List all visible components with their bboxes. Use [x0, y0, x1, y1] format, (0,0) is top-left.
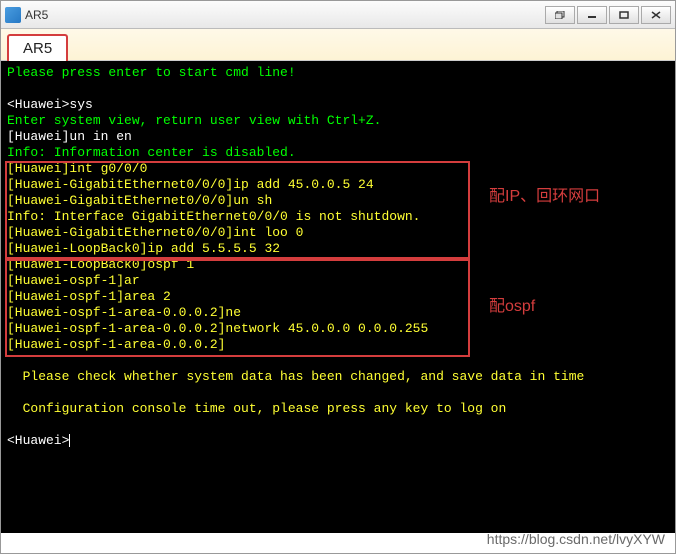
terminal-line — [7, 385, 669, 401]
close-button[interactable] — [641, 6, 671, 24]
terminal-line: [Huawei-GigabitEthernet0/0/0]int loo 0 — [7, 225, 669, 241]
terminal-line: [Huawei-LoopBack0]ip add 5.5.5.5 32 — [7, 241, 669, 257]
annotation-label-ospf: 配ospf — [489, 299, 535, 315]
terminal-line: [Huawei-ospf-1]ar — [7, 273, 669, 289]
window-controls — [543, 6, 671, 24]
terminal-line: Info: Information center is disabled. — [7, 145, 669, 161]
terminal-line: Please check whether system data has bee… — [7, 369, 669, 385]
terminal-line: [Huawei-ospf-1-area-0.0.0.2] — [7, 337, 669, 353]
terminal-line: [Huawei-ospf-1]area 2 — [7, 289, 669, 305]
window-titlebar: AR5 — [1, 1, 675, 29]
terminal-line — [7, 417, 669, 433]
tab-bar: AR5 — [1, 29, 675, 61]
terminal-line: [Huawei]int g0/0/0 — [7, 161, 669, 177]
tab-ar5[interactable]: AR5 — [7, 34, 68, 61]
annotation-label-ip: 配IP、回环网口 — [489, 189, 600, 205]
terminal-line: Enter system view, return user view with… — [7, 113, 669, 129]
terminal-line: <Huawei> — [7, 433, 669, 449]
maximize-button[interactable] — [609, 6, 639, 24]
terminal-line — [7, 353, 669, 369]
terminal-line: Please press enter to start cmd line! — [7, 65, 669, 81]
terminal-line: [Huawei]un in en — [7, 129, 669, 145]
terminal-line: [Huawei-ospf-1-area-0.0.0.2]ne — [7, 305, 669, 321]
app-icon — [5, 7, 21, 23]
terminal-line: Info: Interface GigabitEthernet0/0/0 is … — [7, 209, 669, 225]
minimize-button[interactable] — [577, 6, 607, 24]
window-title: AR5 — [25, 8, 543, 22]
terminal-line: [Huawei-LoopBack0]ospf 1 — [7, 257, 669, 273]
watermark: https://blog.csdn.net/lvyXYW — [487, 531, 665, 547]
terminal-line: <Huawei>sys — [7, 97, 669, 113]
terminal-line: Configuration console time out, please p… — [7, 401, 669, 417]
terminal-line: [Huawei-ospf-1-area-0.0.0.2]network 45.0… — [7, 321, 669, 337]
terminal-line — [7, 81, 669, 97]
terminal[interactable]: Please press enter to start cmd line! <H… — [1, 61, 675, 533]
restore-button[interactable] — [545, 6, 575, 24]
